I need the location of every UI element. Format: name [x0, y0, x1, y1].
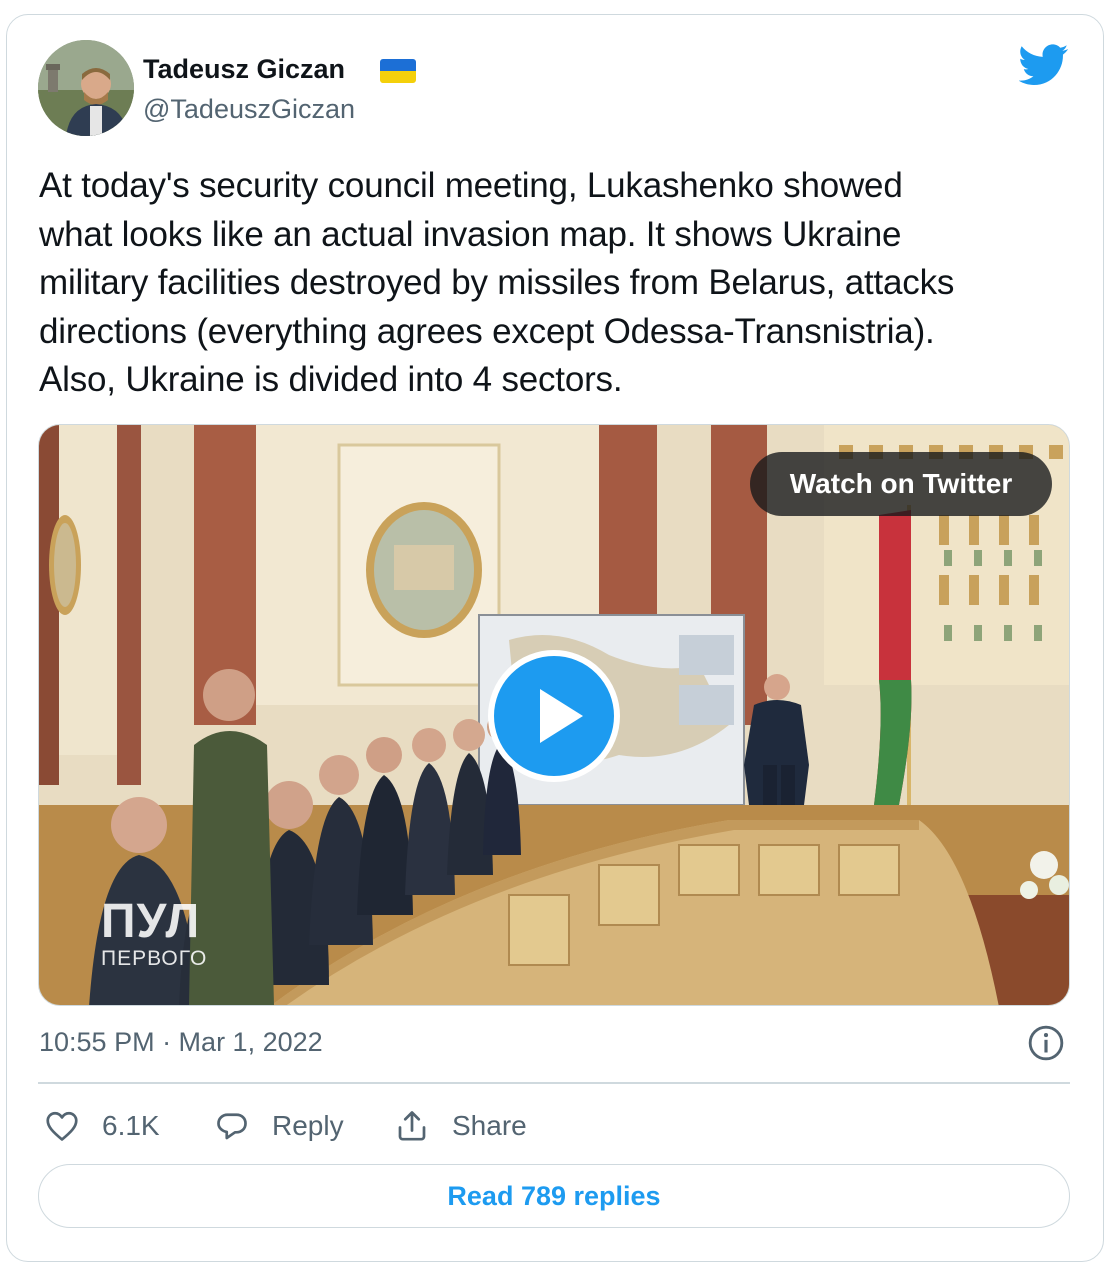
- watch-on-twitter-button[interactable]: Watch on Twitter: [750, 452, 1052, 516]
- channel-watermark: ПУЛ ПЕРВОГО: [101, 897, 207, 971]
- watermark-title: ПУЛ: [101, 895, 201, 948]
- like-button[interactable]: 6.1K: [44, 1106, 160, 1146]
- author-avatar[interactable]: [38, 40, 134, 136]
- share-label: Share: [452, 1110, 527, 1141]
- tweet-timestamp[interactable]: 10:55 PM · Mar 1, 2022: [39, 1027, 323, 1058]
- reply-button[interactable]: Reply: [214, 1106, 344, 1146]
- flag-yellow-stripe: [380, 71, 416, 83]
- flag-blue-stripe: [380, 59, 416, 71]
- read-replies-button[interactable]: Read 789 replies: [38, 1164, 1070, 1228]
- reply-bubble-icon: [217, 1113, 247, 1140]
- share-upload-icon: [398, 1111, 426, 1141]
- author-name[interactable]: Tadeusz Giczan: [143, 54, 345, 85]
- reply-label: Reply: [272, 1110, 344, 1141]
- tweet-text: At today's security council meeting, Luk…: [39, 166, 955, 399]
- author-handle[interactable]: @TadeuszGiczan: [143, 94, 355, 125]
- play-icon[interactable]: [487, 649, 621, 783]
- video-player[interactable]: Watch on Twitter ПУЛ ПЕРВОГО: [38, 424, 1070, 1006]
- divider: [38, 1082, 1070, 1084]
- watermark-subtitle: ПЕРВОГО: [101, 947, 208, 970]
- heart-icon: [46, 1111, 78, 1141]
- profile-photo: [38, 40, 134, 136]
- share-button[interactable]: Share: [394, 1106, 527, 1146]
- like-count: 6.1K: [102, 1110, 160, 1141]
- twitter-bird-icon[interactable]: [1019, 44, 1069, 86]
- info-icon[interactable]: [1027, 1024, 1065, 1062]
- ukraine-flag-icon: [380, 59, 416, 83]
